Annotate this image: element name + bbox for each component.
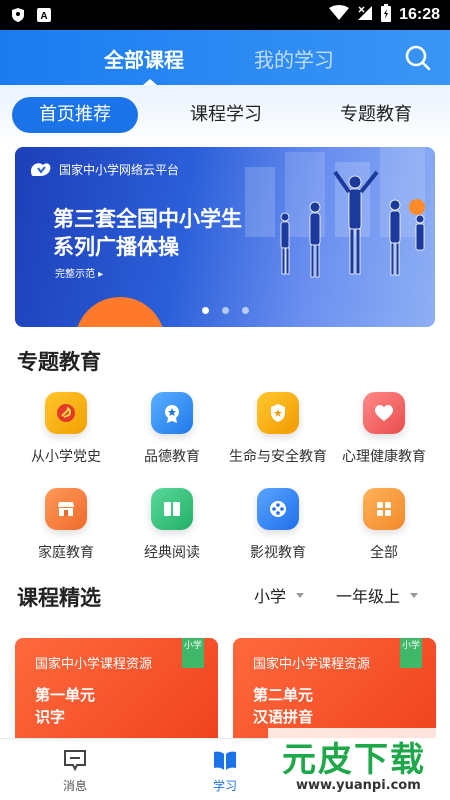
nav-study[interactable]: 学习 — [185, 747, 265, 794]
topic-label: 影视教育 — [250, 545, 306, 561]
card-topic: 汉语拼音 — [253, 708, 314, 726]
banner-subtitle: 完整示范 ▸ — [55, 269, 104, 280]
open-book-icon — [212, 747, 238, 773]
top-header: 全部课程 我的学习 — [0, 30, 450, 85]
clock-time: 16:28 — [399, 6, 440, 23]
topic-section-title: 专题教育 — [17, 350, 101, 374]
topic-party-history[interactable]: 从小学党史 — [10, 392, 122, 466]
tab-my-learning[interactable]: 我的学习 — [254, 44, 334, 73]
watermark-url: www.yuanpi.com — [296, 778, 421, 793]
banner-title: 第三套全国中小学生 系列广播体操 — [53, 205, 242, 261]
topic-film-education[interactable]: 影视教育 — [222, 488, 334, 562]
topic-classic-reading[interactable]: 经典阅读 — [116, 488, 228, 562]
banner-logo-text: 国家中小学网络云平台 — [59, 162, 180, 177]
svg-text:A: A — [40, 11, 47, 22]
grade-filter[interactable]: 一年级上 — [336, 583, 419, 607]
segment-topic-education[interactable]: 专题教育 — [318, 97, 434, 133]
message-icon — [62, 747, 88, 773]
shield-status-icon — [10, 7, 26, 23]
chevron-down-icon — [410, 592, 419, 598]
segment-home-recommend[interactable]: 首页推荐 — [12, 97, 138, 133]
topic-moral-education[interactable]: 品德教育 — [116, 392, 228, 466]
topic-family-education[interactable]: 家庭教育 — [10, 488, 122, 562]
grade-filter-value: 一年级上 — [336, 587, 401, 606]
topic-label: 从小学党史 — [31, 449, 101, 465]
battery-icon — [381, 3, 392, 27]
platform-logo-icon — [31, 163, 51, 176]
course-card[interactable]: 国家中小学课程资源 小学 第一单元 识字 — [15, 638, 218, 738]
stage-filter[interactable]: 小学 — [254, 583, 305, 607]
banner-platform-logo: 国家中小学网络云平台 — [29, 159, 179, 179]
segment-course-study[interactable]: 课程学习 — [168, 97, 284, 133]
topic-all[interactable]: 全部 — [328, 488, 440, 562]
topic-label: 经典阅读 — [144, 545, 200, 561]
card-level-badge: 小学 — [182, 638, 204, 668]
banner-dot[interactable] — [241, 307, 249, 314]
party-history-icon — [45, 392, 87, 434]
tab-all-courses[interactable]: 全部课程 — [104, 44, 184, 73]
search-icon[interactable] — [404, 44, 432, 72]
wifi-icon — [329, 4, 350, 26]
signal-icon — [357, 5, 373, 26]
home-icon — [45, 488, 87, 530]
stage-filter-value: 小学 — [254, 587, 287, 606]
banner-title-line-1: 第三套全国中小学生 — [53, 207, 242, 231]
book-icon — [151, 488, 193, 530]
banner-dot[interactable] — [201, 307, 209, 314]
heart-icon — [363, 392, 405, 434]
topic-life-safety[interactable]: 生命与安全教育 — [222, 392, 334, 466]
grid-icon — [363, 488, 405, 530]
promo-banner[interactable]: 国家中小学网络云平台 第三套全国中小学生 系列广播体操 完整示范 ▸ — [15, 147, 435, 327]
card-topic: 识字 — [35, 708, 66, 726]
banner-pagination — [15, 307, 435, 314]
card-level-badge: 小学 — [400, 638, 422, 668]
topic-label: 生命与安全教育 — [229, 449, 327, 465]
segment-tabs: 首页推荐 课程学习 专题教育 — [0, 85, 450, 145]
nav-label: 消息 — [62, 779, 87, 793]
shield-icon — [257, 392, 299, 434]
card-source: 国家中小学课程资源 — [35, 657, 153, 672]
banner-title-line-2: 系列广播体操 — [53, 235, 179, 259]
card-source: 国家中小学课程资源 — [253, 657, 371, 672]
site-watermark: 元皮下载 www.yuanpi.com — [268, 728, 450, 800]
app-a-status-icon: A — [36, 7, 52, 23]
film-reel-icon — [257, 488, 299, 530]
topic-label: 全部 — [370, 545, 398, 561]
medal-icon — [151, 392, 193, 434]
nav-label: 学习 — [212, 779, 237, 793]
chevron-down-icon — [296, 592, 305, 598]
topic-label: 家庭教育 — [38, 545, 94, 561]
topic-mental-health[interactable]: 心理健康教育 — [328, 392, 440, 466]
watermark-text: 元皮下载 — [282, 740, 426, 780]
card-unit: 第二单元 — [253, 686, 314, 704]
topic-label: 心理健康教育 — [342, 449, 426, 465]
nav-messages[interactable]: 消息 — [35, 747, 115, 794]
course-card[interactable]: 国家中小学课程资源 小学 第二单元 汉语拼音 — [233, 638, 436, 738]
banner-dot[interactable] — [221, 307, 229, 314]
status-bar: A 16:28 — [0, 0, 450, 30]
topic-label: 品德教育 — [144, 449, 200, 465]
course-section-title: 课程精选 — [17, 586, 101, 610]
card-unit: 第一单元 — [35, 686, 96, 704]
